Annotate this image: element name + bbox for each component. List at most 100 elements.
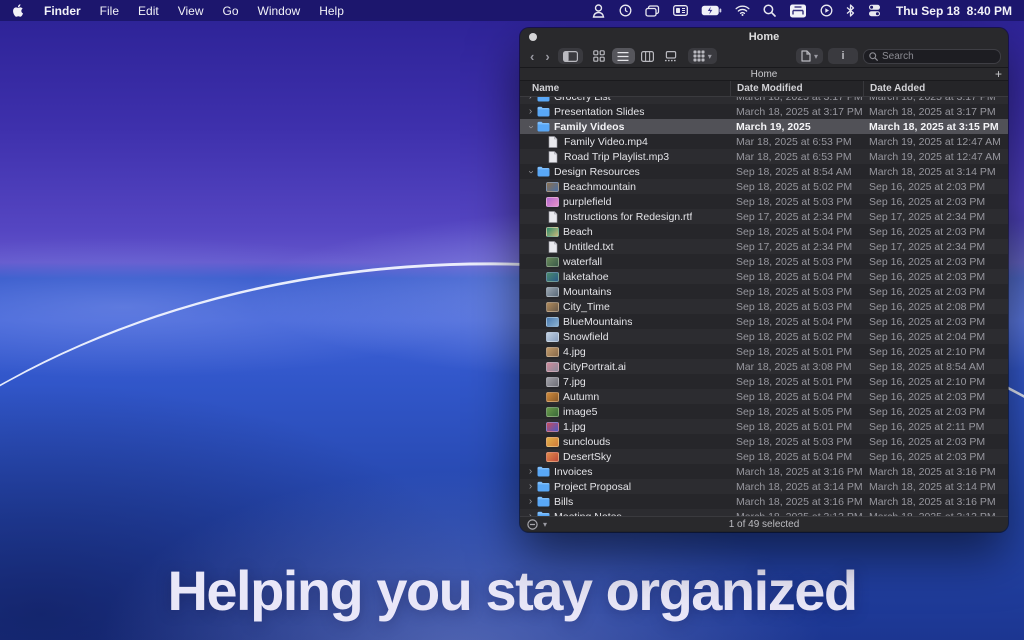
assistant-icon[interactable] bbox=[591, 3, 606, 18]
disclosure-closed-icon[interactable]: › bbox=[525, 467, 536, 477]
file-name-cell: ›Project Proposal bbox=[520, 481, 730, 493]
file-row[interactable]: Instructions for Redesign.rtfSep 17, 202… bbox=[520, 209, 1008, 224]
search-placeholder: Search bbox=[882, 51, 914, 62]
file-list: ›Grocery ListMarch 18, 2025 at 3:17 PMMa… bbox=[520, 97, 1008, 516]
disclosure-closed-icon[interactable]: › bbox=[525, 482, 536, 492]
menu-item-go[interactable]: Go bbox=[223, 4, 239, 18]
tab-home[interactable]: Home bbox=[751, 69, 778, 80]
disclosure-open-icon[interactable]: › bbox=[526, 166, 536, 177]
file-row[interactable]: Road Trip Playlist.mp3Mar 18, 2025 at 6:… bbox=[520, 149, 1008, 164]
file-row[interactable]: City_TimeSep 18, 2025 at 5:03 PMSep 16, … bbox=[520, 299, 1008, 314]
menu-item-window[interactable]: Window bbox=[258, 4, 301, 18]
file-row[interactable]: laketahoeSep 18, 2025 at 5:04 PMSep 16, … bbox=[520, 269, 1008, 284]
forward-button[interactable]: › bbox=[542, 50, 552, 63]
file-name: Beachmountain bbox=[563, 181, 636, 193]
file-row[interactable]: waterfallSep 18, 2025 at 5:03 PMSep 16, … bbox=[520, 254, 1008, 269]
date-modified-cell: Sep 18, 2025 at 5:01 PM bbox=[730, 421, 863, 433]
file-row[interactable]: CityPortrait.aiMar 18, 2025 at 3:08 PMSe… bbox=[520, 359, 1008, 374]
new-tab-button[interactable]: + bbox=[995, 68, 1002, 81]
screen-record-icon[interactable] bbox=[820, 3, 833, 18]
search-field[interactable]: Search bbox=[863, 49, 1001, 64]
file-row[interactable]: ›Presentation SlidesMarch 18, 2025 at 3:… bbox=[520, 104, 1008, 119]
image-thumbnail-icon bbox=[546, 302, 559, 312]
gallery-view-button[interactable] bbox=[660, 48, 683, 64]
file-name-cell: ›Grocery List bbox=[520, 97, 730, 103]
menu-item-finder[interactable]: Finder bbox=[44, 4, 81, 18]
file-name: Beach bbox=[563, 226, 593, 238]
file-row[interactable]: ›Design ResourcesSep 18, 2025 at 8:54 AM… bbox=[520, 164, 1008, 179]
icon-view-button[interactable] bbox=[588, 48, 611, 64]
file-row[interactable]: ›InvoicesMarch 18, 2025 at 3:16 PMMarch … bbox=[520, 464, 1008, 479]
spotlight-icon[interactable] bbox=[763, 3, 776, 18]
wifi-icon[interactable] bbox=[735, 3, 750, 18]
file-name: Design Resources bbox=[554, 166, 640, 178]
column-header-name[interactable]: Name bbox=[520, 83, 730, 94]
file-row[interactable]: DesertSkySep 18, 2025 at 5:04 PMSep 16, … bbox=[520, 449, 1008, 464]
window-control-button[interactable] bbox=[529, 33, 537, 41]
file-row[interactable]: ›BillsMarch 18, 2025 at 3:16 PMMarch 18,… bbox=[520, 494, 1008, 509]
path-dropdown-button[interactable]: ▾ bbox=[527, 519, 547, 530]
file-name: Mountains bbox=[563, 286, 611, 298]
file-name-cell: BlueMountains bbox=[520, 316, 730, 328]
disclosure-closed-icon[interactable]: › bbox=[525, 107, 536, 117]
file-name: purplefield bbox=[563, 196, 611, 208]
bluetooth-icon[interactable] bbox=[846, 3, 855, 18]
file-row[interactable]: ›Grocery ListMarch 18, 2025 at 3:17 PMMa… bbox=[520, 97, 1008, 104]
file-name-cell: sunclouds bbox=[520, 436, 730, 448]
file-row[interactable]: AutumnSep 18, 2025 at 5:04 PMSep 16, 202… bbox=[520, 389, 1008, 404]
image-thumbnail-icon bbox=[546, 452, 559, 462]
date-added-cell: Sep 16, 2025 at 2:03 PM bbox=[863, 256, 1008, 268]
disclosure-closed-icon[interactable]: › bbox=[525, 97, 536, 102]
disclosure-closed-icon[interactable]: › bbox=[525, 497, 536, 507]
control-stack-icon[interactable] bbox=[868, 3, 881, 18]
column-header-date-added[interactable]: Date Added bbox=[863, 81, 1008, 96]
file-name: waterfall bbox=[563, 256, 602, 268]
file-row[interactable]: Untitled.txtSep 17, 2025 at 2:34 PMSep 1… bbox=[520, 239, 1008, 254]
window-title-bar[interactable]: Home bbox=[520, 28, 1008, 45]
group-by-button[interactable]: ▾ bbox=[688, 48, 717, 64]
menu-item-edit[interactable]: Edit bbox=[138, 4, 159, 18]
file-row[interactable]: ›Family VideosMarch 19, 2025March 18, 20… bbox=[520, 119, 1008, 134]
file-row[interactable]: purplefieldSep 18, 2025 at 5:03 PMSep 16… bbox=[520, 194, 1008, 209]
back-button[interactable]: ‹ bbox=[527, 50, 537, 63]
image-thumbnail-icon bbox=[546, 287, 559, 297]
mission-control-icon[interactable] bbox=[645, 3, 660, 18]
sidebar-toggle-button[interactable] bbox=[558, 48, 583, 64]
image-thumbnail-icon bbox=[546, 182, 559, 192]
battery-charging-icon[interactable] bbox=[701, 3, 722, 18]
date-modified-cell: March 18, 2025 at 3:16 PM bbox=[730, 466, 863, 478]
list-view-button[interactable] bbox=[612, 48, 635, 64]
disclosure-open-icon[interactable]: › bbox=[526, 121, 536, 132]
file-row[interactable]: MountainsSep 18, 2025 at 5:03 PMSep 16, … bbox=[520, 284, 1008, 299]
action-menu-button[interactable]: ▾ bbox=[796, 48, 823, 64]
file-row[interactable]: BeachSep 18, 2025 at 5:04 PMSep 16, 2025… bbox=[520, 224, 1008, 239]
file-row[interactable]: Family Video.mp4Mar 18, 2025 at 6:53 PMM… bbox=[520, 134, 1008, 149]
file-name: Invoices bbox=[554, 466, 593, 478]
date-modified-cell: Sep 18, 2025 at 5:04 PM bbox=[730, 451, 863, 463]
menu-item-help[interactable]: Help bbox=[319, 4, 344, 18]
file-row[interactable]: 4.jpgSep 18, 2025 at 5:01 PMSep 16, 2025… bbox=[520, 344, 1008, 359]
finder-active-icon[interactable] bbox=[789, 3, 807, 18]
file-row[interactable]: 7.jpgSep 18, 2025 at 5:01 PMSep 16, 2025… bbox=[520, 374, 1008, 389]
get-info-button[interactable]: i bbox=[828, 48, 858, 64]
file-row[interactable]: image5Sep 18, 2025 at 5:05 PMSep 16, 202… bbox=[520, 404, 1008, 419]
menu-bar-clock[interactable]: Thu Sep 18 8:40 PM bbox=[896, 4, 1012, 18]
file-name: CityPortrait.ai bbox=[563, 361, 626, 373]
file-row[interactable]: suncloudsSep 18, 2025 at 5:03 PMSep 16, … bbox=[520, 434, 1008, 449]
menu-item-file[interactable]: File bbox=[100, 4, 119, 18]
document-icon bbox=[546, 241, 560, 252]
file-row[interactable]: 1.jpgSep 18, 2025 at 5:01 PMSep 16, 2025… bbox=[520, 419, 1008, 434]
display-card-icon[interactable] bbox=[673, 3, 688, 18]
menu-item-view[interactable]: View bbox=[178, 4, 204, 18]
column-view-button[interactable] bbox=[636, 48, 659, 64]
file-row[interactable]: BlueMountainsSep 18, 2025 at 5:04 PMSep … bbox=[520, 314, 1008, 329]
file-row[interactable]: BeachmountainSep 18, 2025 at 5:02 PMSep … bbox=[520, 179, 1008, 194]
column-header-date-modified[interactable]: Date Modified bbox=[730, 81, 863, 96]
date-added-cell: March 19, 2025 at 12:47 AM bbox=[863, 151, 1008, 163]
file-row[interactable]: ›Project ProposalMarch 18, 2025 at 3:14 … bbox=[520, 479, 1008, 494]
clock-icon[interactable] bbox=[619, 3, 632, 18]
file-row[interactable]: SnowfieldSep 18, 2025 at 5:02 PMSep 16, … bbox=[520, 329, 1008, 344]
file-row[interactable]: ›Meeting NotesMarch 18, 2025 at 3:13 PMM… bbox=[520, 509, 1008, 516]
apple-logo-icon[interactable] bbox=[12, 3, 25, 18]
file-name: DesertSky bbox=[563, 451, 611, 463]
